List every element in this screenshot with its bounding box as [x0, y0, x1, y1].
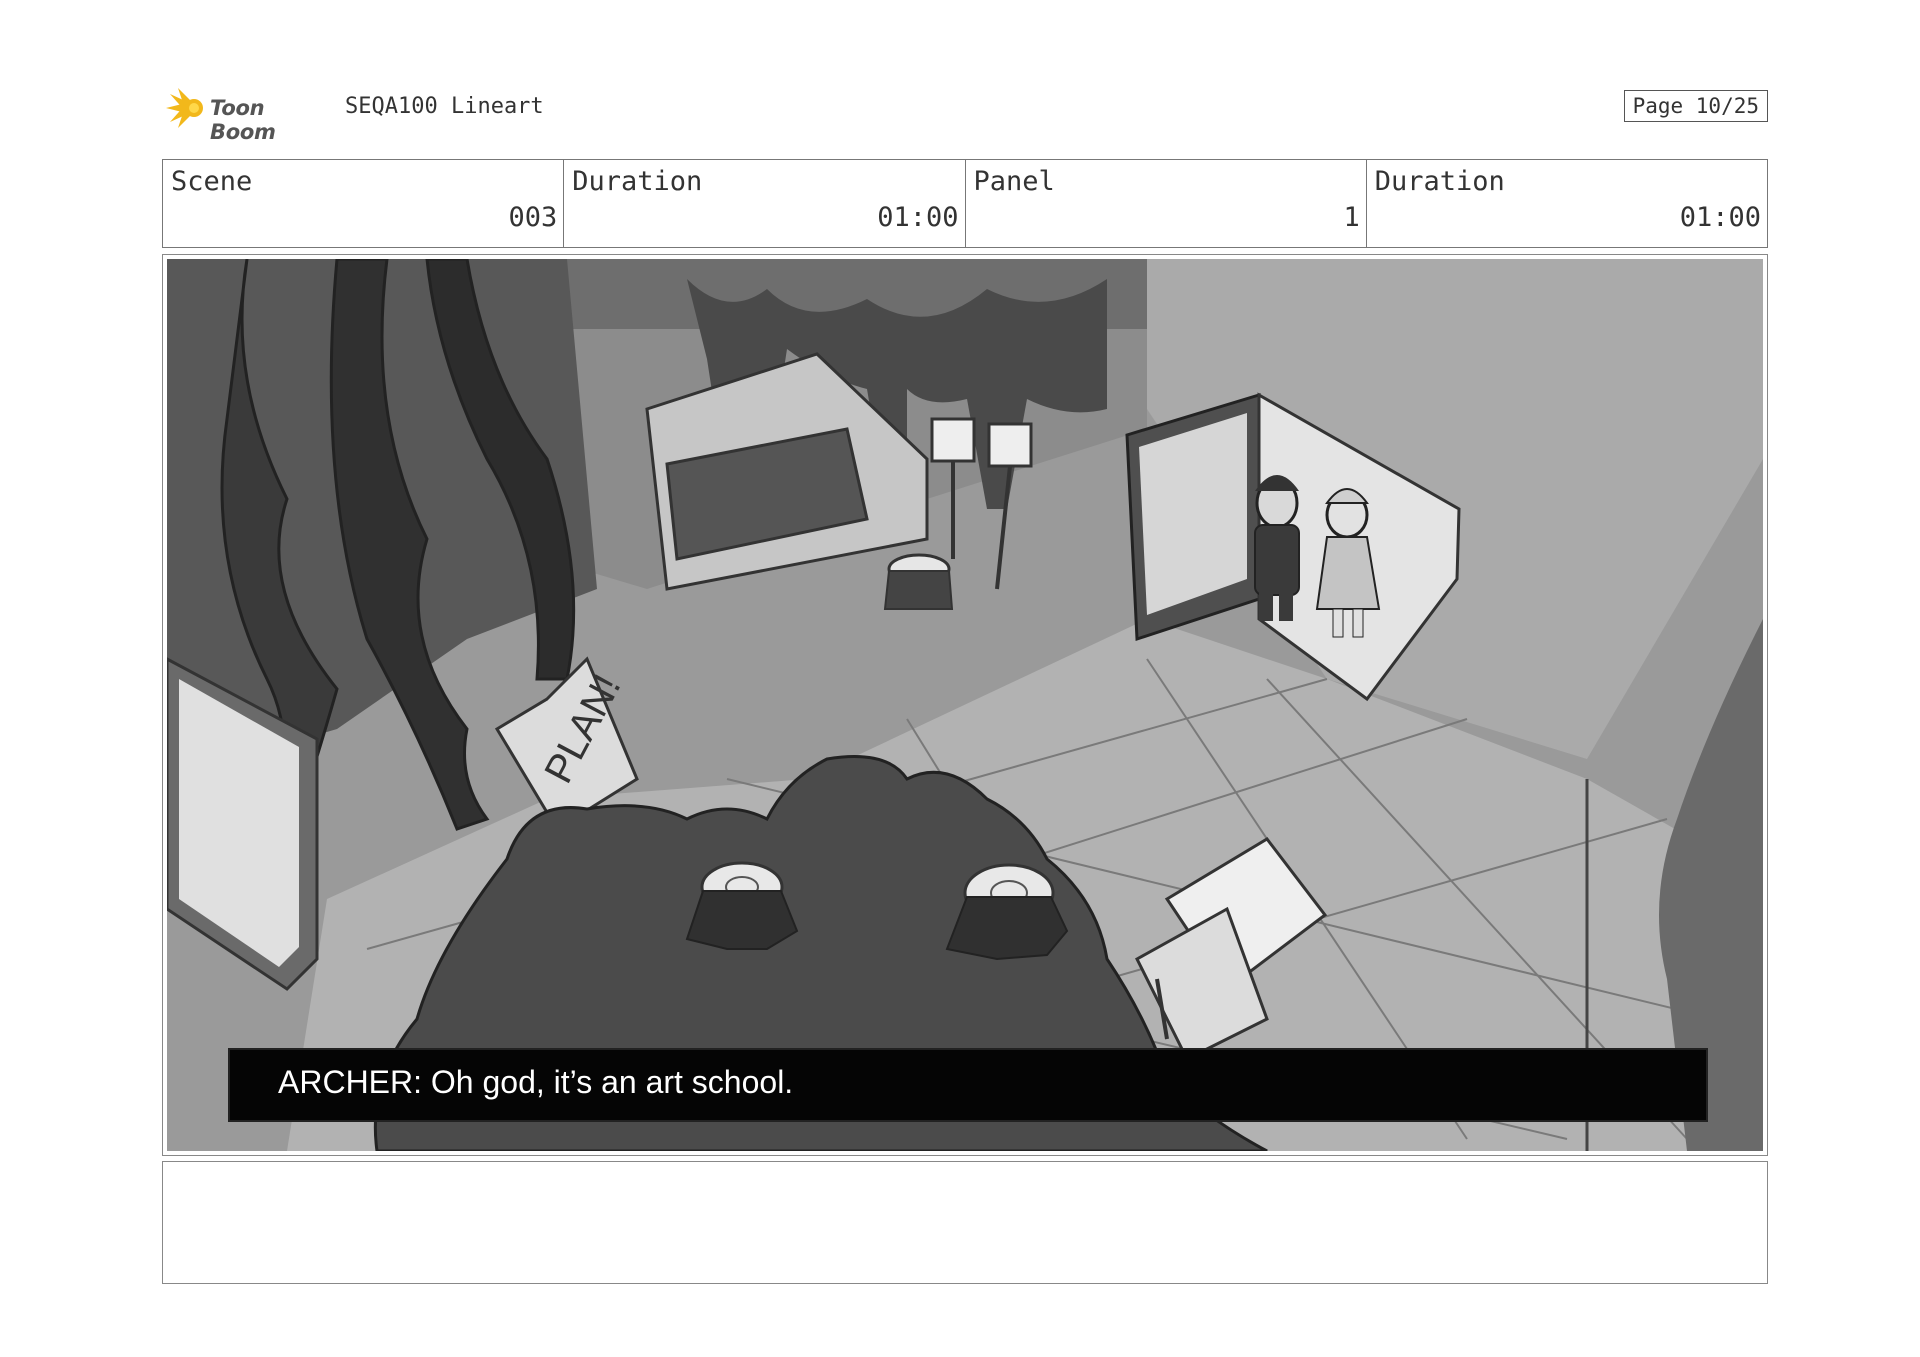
panel-value: 1: [1343, 202, 1360, 233]
scene-duration-cell: Duration 01:00: [564, 160, 966, 247]
panel-notes-box: [162, 1161, 1768, 1284]
scene-duration-value: 01:00: [877, 202, 959, 233]
panel-duration-value: 01:00: [1679, 202, 1761, 233]
scene-value: 003: [508, 202, 558, 233]
panel-label: Panel: [973, 166, 1055, 197]
toon-boom-logo: Toon Boom: [162, 86, 332, 144]
page-indicator: Page 10/25: [1623, 90, 1768, 122]
panel-duration-label: Duration: [1374, 166, 1505, 197]
panel-duration-cell: Duration 01:00: [1367, 160, 1767, 247]
dialogue-caption-bar: ARCHER: Oh god, it’s an art school.: [230, 1050, 1706, 1120]
scene-cell: Scene 003: [163, 160, 565, 247]
sunburst-icon: [166, 88, 203, 128]
dialogue-caption-text: ARCHER: Oh god, it’s an art school.: [278, 1064, 794, 1100]
scene-duration-label: Duration: [572, 166, 703, 197]
panel-cell: Panel 1: [966, 160, 1367, 247]
page-header: Toon Boom SEQA100 Lineart Page 10/25: [162, 84, 1768, 144]
document-title: SEQA100 Lineart: [345, 94, 544, 119]
scene-label: Scene: [171, 166, 253, 197]
logo-text: Toon Boom: [210, 96, 276, 144]
scene-info-table: Scene 003 Duration 01:00 Panel 1 Duratio…: [162, 159, 1768, 248]
storyboard-panel-image: PLAN!: [167, 259, 1763, 1151]
